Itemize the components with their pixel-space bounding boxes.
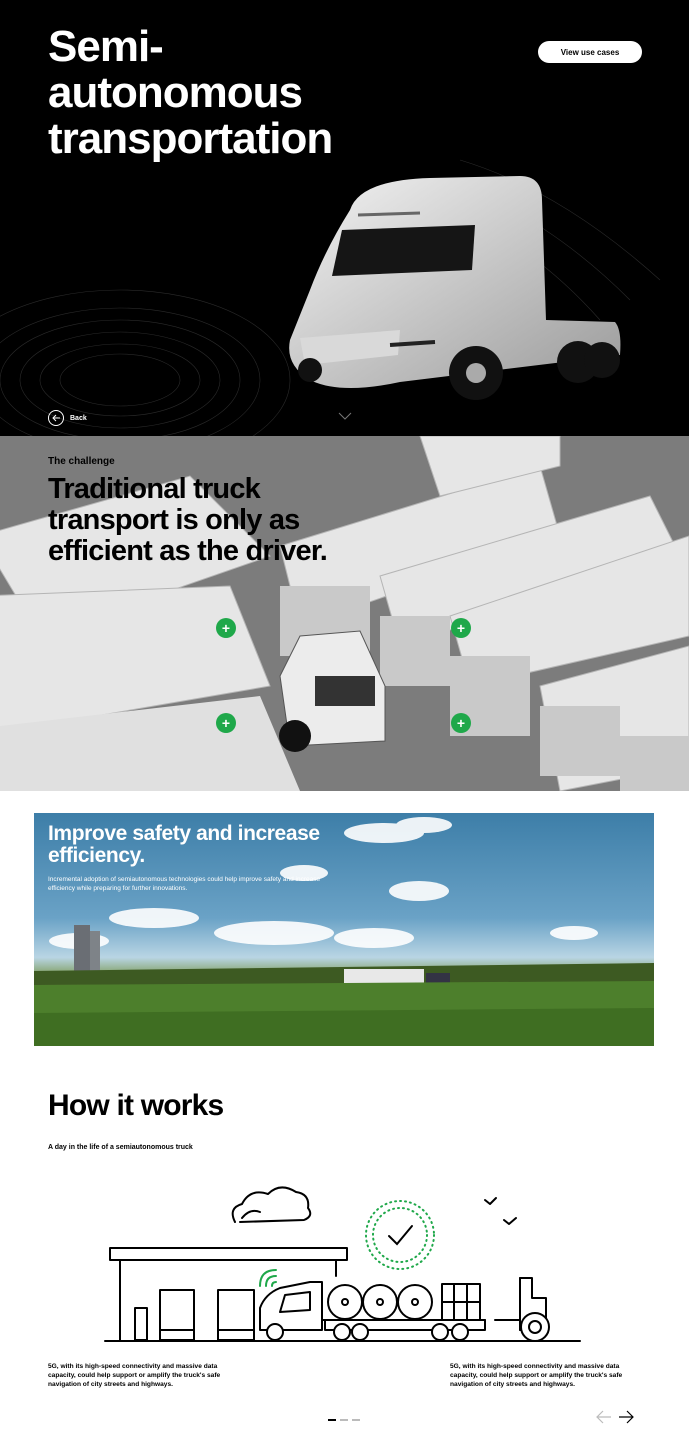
safety-banner: Improve safety and increase efficiency. … — [34, 813, 654, 1046]
arrow-left-icon[interactable] — [596, 1410, 612, 1424]
hotspot-plus-icon[interactable]: + — [451, 618, 471, 638]
arrow-right-icon[interactable] — [618, 1410, 634, 1424]
challenge-title: Traditional truck transport is only as e… — [48, 473, 328, 567]
pager-dot[interactable] — [352, 1419, 360, 1421]
pager-dot[interactable] — [340, 1419, 348, 1421]
how-it-works-title: How it works — [48, 1089, 224, 1122]
hero-section: Semi- autonomous transportation View use… — [0, 0, 689, 436]
page-title: Semi- autonomous transportation — [48, 22, 333, 163]
slide-pager — [328, 1419, 360, 1421]
arrow-left-icon — [48, 410, 64, 426]
semi-truck-image — [289, 176, 621, 400]
view-use-cases-button[interactable]: View use cases — [538, 41, 642, 63]
truck-loading-illustration — [104, 1186, 581, 1342]
safety-body: Incremental adoption of semiautonomous t… — [48, 876, 321, 892]
chevron-down-icon[interactable] — [338, 412, 352, 420]
how-it-works-subtitle: A day in the life of a semiautonomous tr… — [48, 1144, 193, 1151]
safety-title: Improve safety and increase efficiency. — [48, 822, 320, 867]
caption-right: 5G, with its high-speed connectivity and… — [450, 1363, 623, 1388]
pager-dot-active[interactable] — [328, 1419, 336, 1421]
hotspot-plus-icon[interactable]: + — [216, 618, 236, 638]
caption-left: 5G, with its high-speed connectivity and… — [48, 1363, 221, 1388]
challenge-eyebrow: The challenge — [48, 456, 115, 467]
hotspot-plus-icon[interactable]: + — [216, 713, 236, 733]
carousel-arrows — [596, 1410, 634, 1424]
challenge-section: The challenge Traditional truck transpor… — [0, 436, 689, 791]
back-label: Back — [70, 414, 87, 422]
hotspot-plus-icon[interactable]: + — [451, 713, 471, 733]
back-link[interactable]: Back — [48, 410, 87, 426]
